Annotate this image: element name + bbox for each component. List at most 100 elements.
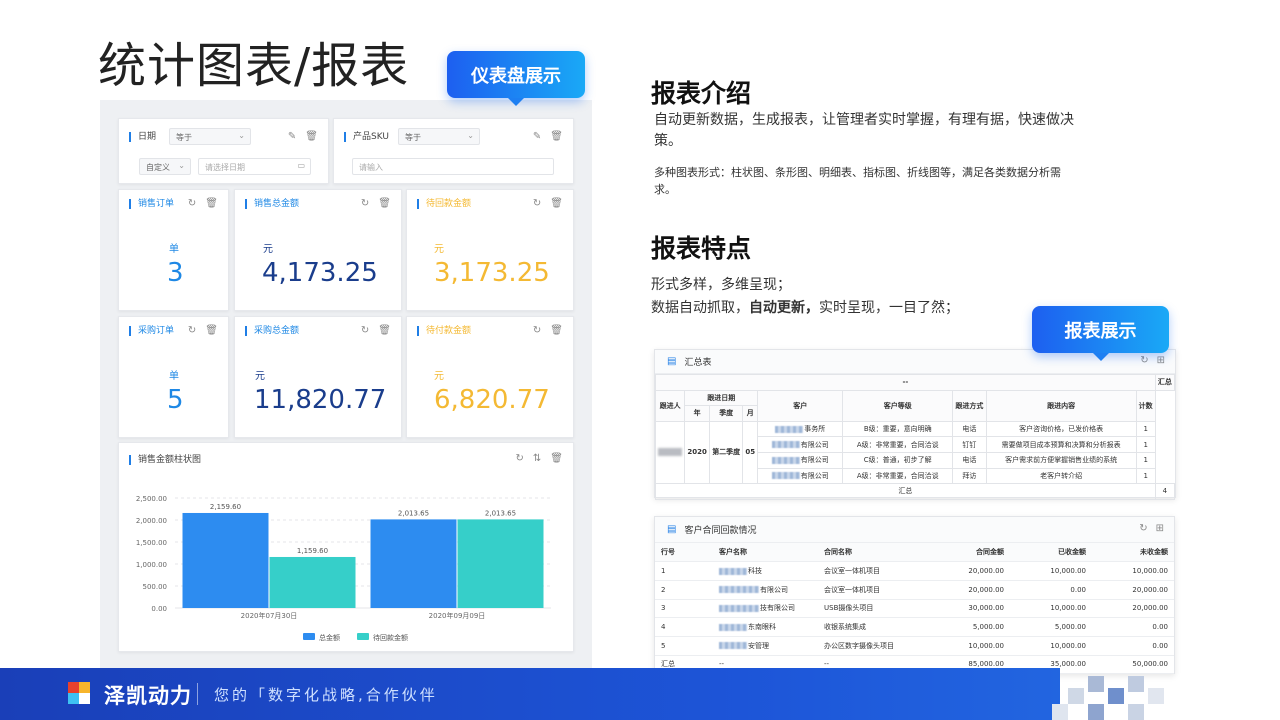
decor-square xyxy=(1148,688,1164,704)
features-line1: 形式多样，多维呈现； xyxy=(651,277,791,293)
kpi-value: 6,820.77 xyxy=(434,385,550,415)
refresh-icon[interactable]: ↻ xyxy=(188,325,196,336)
table-row: 4 东南眼科 收银系统集成 5,000.00 5,000.00 0.00 xyxy=(655,617,1174,637)
legend-label: 待回款金额 xyxy=(373,633,408,642)
bar-chart: 0.00 500.00 1,000.00 1,500.00 2,000.00 2,500.… xyxy=(136,495,551,642)
kpi-unit: 元 xyxy=(434,371,444,382)
kpi-card-sales-orders: 销售订单 ↻ 🗑 单 3 xyxy=(118,189,229,311)
kpi-unit: 单 xyxy=(169,244,179,255)
summary-table: -- 汇总 跟进人 跟进日期 客户 客户等级 跟进方式 跟进内容 计数 年季度月 … xyxy=(654,374,1176,500)
kpi-unit: 元 xyxy=(434,244,444,255)
calendar-icon: ▭ xyxy=(297,161,305,170)
refresh-icon[interactable]: ↻ xyxy=(533,198,541,209)
fullscreen-icon[interactable]: ⊞ xyxy=(1156,523,1164,534)
decor-square xyxy=(1052,704,1068,720)
footer-divider xyxy=(197,683,198,705)
summary-table-title: 汇总表 xyxy=(684,358,712,368)
filter-date-card: 日期 等于 ⌄ ✎ 🗑 自定义 ⌄ 请选择日期 ▭ xyxy=(118,118,329,184)
kpi-unit: 元 xyxy=(263,244,273,255)
x-tick-label: 2020年07月30日 xyxy=(241,611,298,620)
refresh-icon[interactable]: ↻ xyxy=(533,325,541,336)
intro-para1: 自动更新数据，生成报表，让管理者实时掌握，有理有据，快速做决策。 xyxy=(654,112,1074,149)
edit-icon[interactable]: ✎ xyxy=(288,131,296,142)
kpi-title: 采购总金额 xyxy=(245,326,299,336)
table-row: 3 技有限公司 USB摄像头项目 30,000.00 10,000.00 20,000.0… xyxy=(655,599,1174,619)
y-tick-label: 0.00 xyxy=(151,605,167,613)
report-badge: 报表展示 xyxy=(1032,306,1169,361)
y-tick-label: 2,000.00 xyxy=(136,517,167,525)
data-label: 1,159.60 xyxy=(297,547,328,555)
filter-sku-label: 产品SKU xyxy=(344,132,389,142)
filter-sku-operator[interactable]: 等于 ⌄ xyxy=(398,128,480,145)
kpi-card-sales-total: 销售总金额 ↻ 🗑 元 4,173.25 xyxy=(234,189,402,311)
kpi-unit: 元 xyxy=(255,371,265,382)
table-icon: ▤ xyxy=(667,524,677,535)
intro-heading: 报表介绍 xyxy=(651,79,752,108)
kpi-card-purchase-total: 采购总金额 ↻ 🗑 元 11,820.77 xyxy=(234,316,402,438)
table-row: 5 安管理 办公区数字摄像头项目 10,000.00 10,000.00 0.00 xyxy=(655,636,1174,656)
date-picker-input[interactable]: 请选择日期 ▭ xyxy=(198,158,311,175)
summary-table-card: ▤ 汇总表 ↻ ⊞ -- 汇总 跟进人 跟进日期 客户 客户等级 跟进方式 跟进内容 … xyxy=(654,349,1176,500)
refresh-icon[interactable]: ↻ xyxy=(361,198,369,209)
contract-table-title: 客户合同回款情况 xyxy=(684,526,757,536)
decor-square xyxy=(1068,688,1084,704)
delete-icon[interactable]: 🗑 xyxy=(378,198,391,209)
chevron-down-icon: ⌄ xyxy=(178,161,185,170)
brand-logo: 泽凯动力 xyxy=(68,680,192,710)
kpi-value: 3,173.25 xyxy=(434,258,550,288)
redacted-name xyxy=(658,448,683,457)
chevron-down-icon: ⌄ xyxy=(467,131,474,140)
filter-date-operator[interactable]: 等于 ⌄ xyxy=(169,128,251,145)
bar xyxy=(370,519,457,608)
refresh-icon[interactable]: ↻ xyxy=(1140,355,1148,366)
refresh-icon[interactable]: ↻ xyxy=(1139,523,1147,534)
x-tick-label: 2020年09月09日 xyxy=(429,611,486,620)
y-tick-label: 1,500.00 xyxy=(136,539,167,547)
filter-date-mode[interactable]: 自定义 ⌄ xyxy=(139,158,191,175)
decor-square xyxy=(1088,676,1104,692)
legend-swatch xyxy=(357,633,369,640)
kpi-card-payable: 待付款金额 ↻ 🗑 元 6,820.77 xyxy=(406,316,574,438)
kpi-card-receivable: 待回款金额 ↻ 🗑 元 3,173.25 xyxy=(406,189,574,311)
delete-icon[interactable]: 🗑 xyxy=(205,325,218,336)
y-tick-label: 2,500.00 xyxy=(136,495,167,503)
delete-icon[interactable]: 🗑 xyxy=(550,325,563,336)
delete-icon[interactable]: 🗑 xyxy=(205,198,218,209)
data-label: 2,159.60 xyxy=(210,503,241,511)
bar-chart-card: 销售金额柱状图 ↻ ⇅ 🗑 0.00 500.00 1,000.00 1,500.00 2,… xyxy=(118,442,574,652)
y-tick-label: 500.00 xyxy=(143,583,168,591)
refresh-icon[interactable]: ↻ xyxy=(361,325,369,336)
kpi-value: 4,173.25 xyxy=(262,258,378,288)
decor-square xyxy=(1128,704,1144,720)
delete-icon[interactable]: 🗑 xyxy=(305,131,318,142)
bar xyxy=(269,556,356,608)
table-row: 2 有限公司 会议室一体机项目 20,000.00 0.00 20,000.00 xyxy=(655,580,1174,600)
fullscreen-icon[interactable]: ⊞ xyxy=(1157,355,1165,366)
chevron-down-icon: ⌄ xyxy=(238,131,245,140)
legend-label: 总金额 xyxy=(319,633,340,642)
kpi-title: 待回款金额 xyxy=(417,199,471,209)
contract-table-card: ▤ 客户合同回款情况 ↻ ⊞ 行号 客户名称 合同名称 合同金额 已收金额 未收金额… xyxy=(654,516,1175,675)
y-tick-label: 1,000.00 xyxy=(136,561,167,569)
kpi-value: 11,820.77 xyxy=(254,385,387,415)
edit-icon[interactable]: ✎ xyxy=(533,131,541,142)
delete-icon[interactable]: 🗑 xyxy=(378,325,391,336)
decor-square xyxy=(1108,688,1124,704)
kpi-value: 3 xyxy=(167,258,184,288)
decor-square xyxy=(1088,704,1104,720)
dashboard-panel: 日期 等于 ⌄ ✎ 🗑 自定义 ⌄ 请选择日期 ▭ 产品SKU 等于 ⌄ ✎ 🗑 请输入 销… xyxy=(100,100,592,680)
bar xyxy=(182,512,269,608)
delete-icon[interactable]: 🗑 xyxy=(550,131,563,142)
kpi-value: 5 xyxy=(167,385,184,415)
kpi-title: 采购订单 xyxy=(129,326,174,336)
sku-input[interactable]: 请输入 xyxy=(352,158,554,175)
kpi-title: 待付款金额 xyxy=(417,326,471,336)
data-label: 2,013.65 xyxy=(398,509,429,517)
features-line2: 数据自动抓取，自动更新，实时呈现，一目了然； xyxy=(651,300,959,316)
refresh-icon[interactable]: ↻ xyxy=(188,198,196,209)
table-total-row: 汇总 4 xyxy=(655,483,1176,500)
data-label: 2,013.65 xyxy=(485,509,516,517)
footer-slogan: 您的「数字化战略,合作伙伴 xyxy=(214,686,438,704)
table-row: 2020 第二季度 05 事务所 B级：重要，意向明确 电话 客户咨询价格，已发… xyxy=(654,420,1175,485)
delete-icon[interactable]: 🗑 xyxy=(550,198,563,209)
